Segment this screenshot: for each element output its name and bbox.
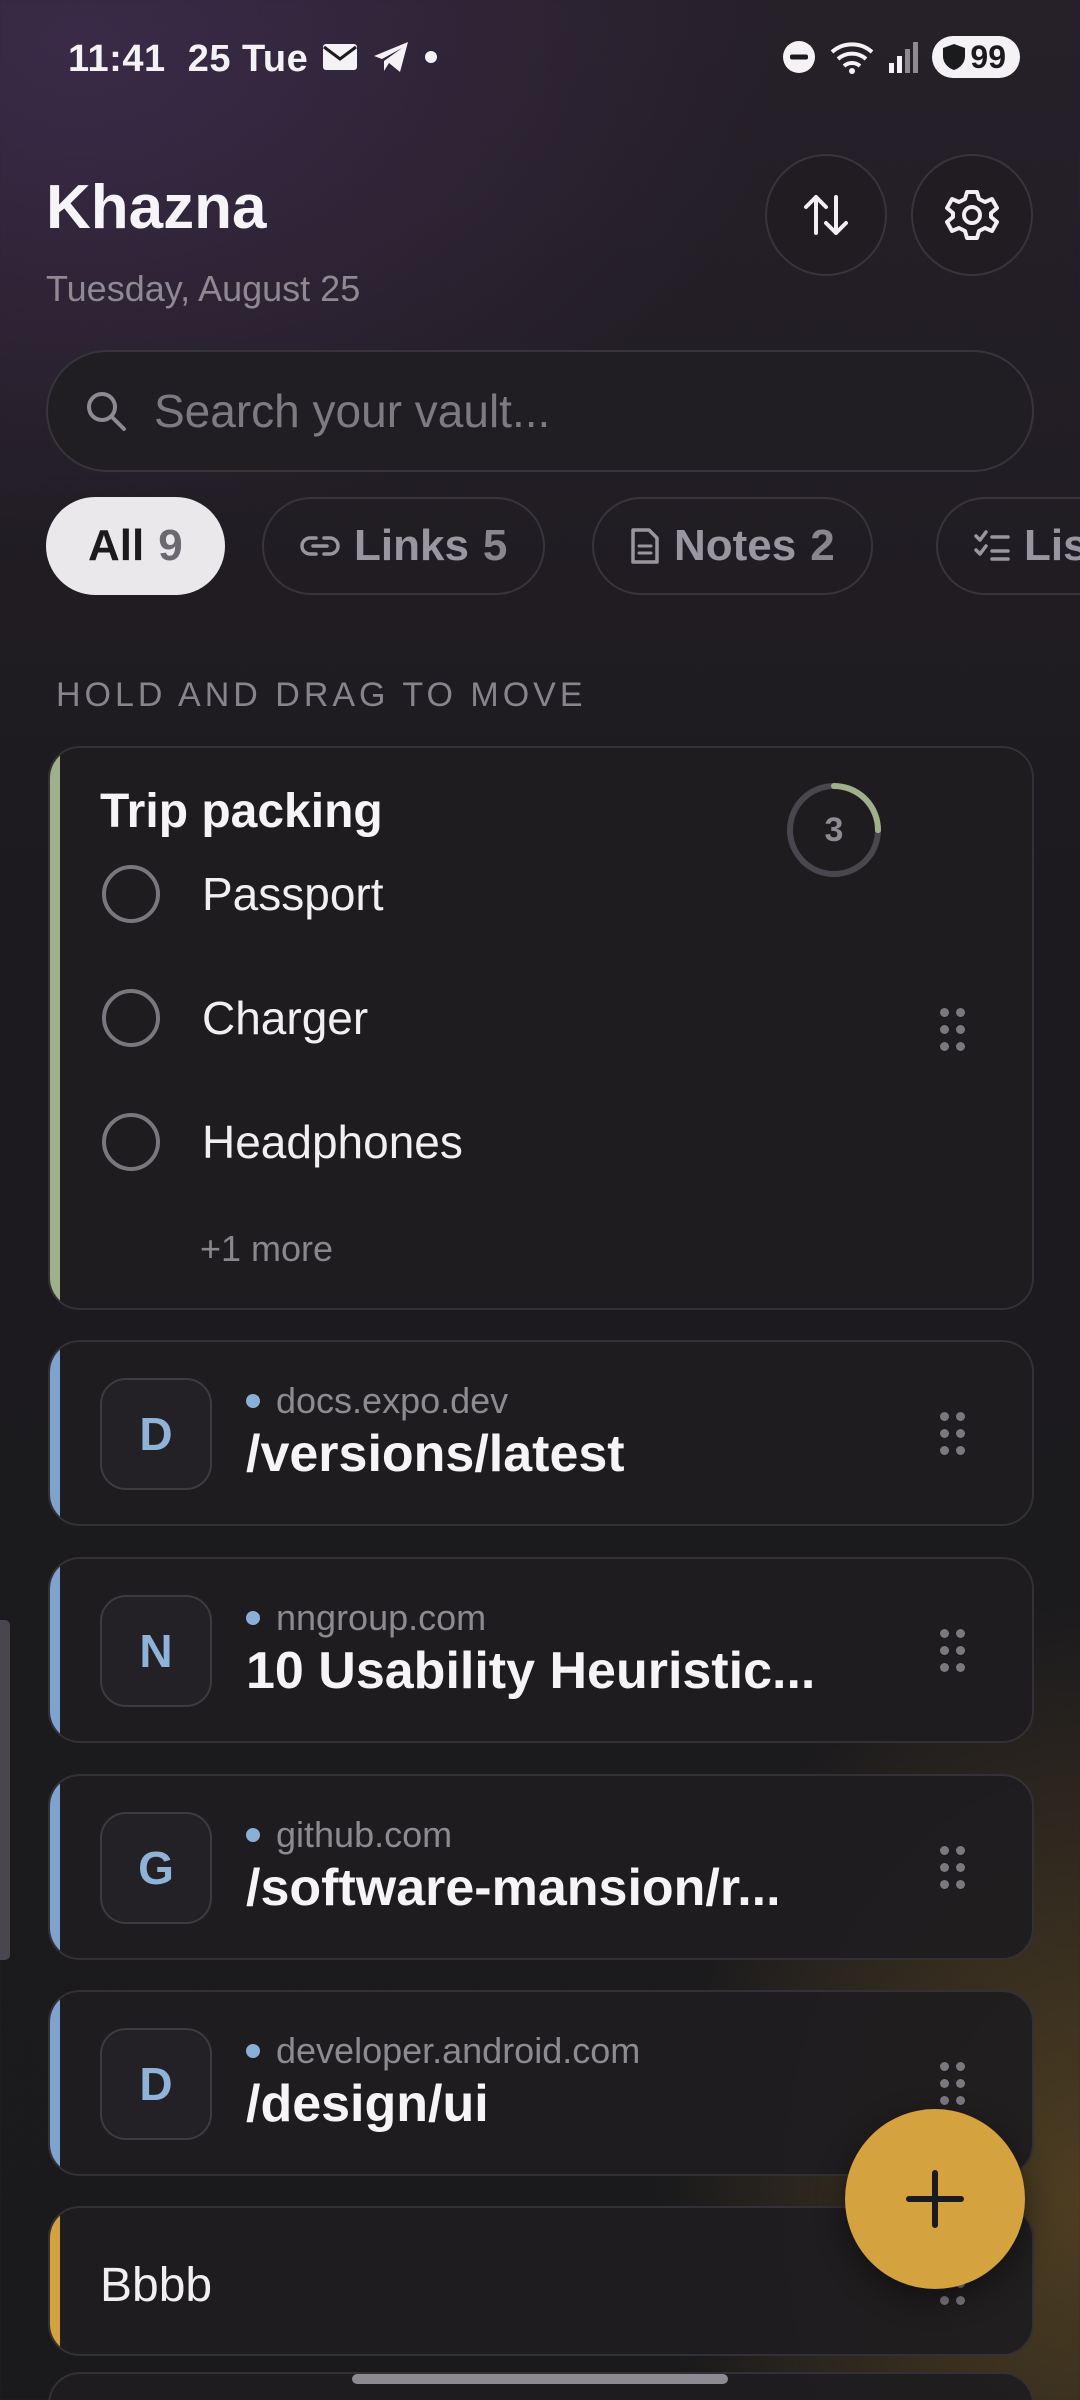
link-title: /software-mansion/r... <box>246 1859 781 1917</box>
system-icons: 99 <box>782 36 1020 78</box>
card-accent <box>50 1342 60 1524</box>
chip-count: 5 <box>482 521 508 570</box>
checklist-item[interactable]: Charger <box>102 988 368 1048</box>
chip-count: 2 <box>810 521 835 570</box>
chip-count: 9 <box>158 521 183 570</box>
checkbox[interactable] <box>102 1113 160 1171</box>
wifi-icon <box>831 42 874 74</box>
checklist-item[interactable]: Headphones <box>102 1112 463 1172</box>
search-placeholder: Search your vault... <box>154 385 551 437</box>
checkbox[interactable] <box>102 989 160 1047</box>
favicon-initial: N <box>100 1595 212 1707</box>
link-domain: developer.android.com <box>246 2030 640 2072</box>
note-title: Bbbb <box>100 2259 213 2312</box>
card-accent <box>50 1776 60 1958</box>
checklist-item-label: Headphones <box>202 1116 463 1168</box>
drag-handle-icon[interactable] <box>940 1008 965 1051</box>
card-accent <box>50 748 60 1308</box>
card-accent <box>50 1992 60 2174</box>
link-card[interactable]: G github.com /software-mansion/r... <box>48 1774 1034 1960</box>
notification-icons <box>322 40 438 74</box>
list-title: Trip packing <box>100 785 383 838</box>
chip-label: Links <box>354 521 469 570</box>
link-title: /design/ui <box>246 2075 489 2133</box>
search-icon <box>87 392 126 431</box>
app-date: Tuesday, August 25 <box>46 268 361 309</box>
link-domain: github.com <box>246 1814 452 1856</box>
progress-count: 3 <box>824 810 844 849</box>
telegram-icon <box>374 42 408 72</box>
dot-icon <box>425 51 437 63</box>
more-items-label: +1 more <box>200 1228 334 1269</box>
link-card[interactable]: N nngroup.com 10 Usability Heuristic... <box>48 1557 1034 1743</box>
drag-handle-icon[interactable] <box>940 1846 965 1889</box>
checklist-icon <box>974 530 1010 561</box>
status-bar: 11:41 25 Tue 99 <box>0 0 1080 118</box>
checklist-card[interactable]: Trip packing 3 Passport Charger Headphon… <box>48 746 1034 1310</box>
favicon-initial: D <box>100 2028 212 2140</box>
chip-label: Notes <box>674 521 797 570</box>
link-icon <box>300 536 340 556</box>
filter-chip-all[interactable]: All 9 <box>46 497 225 595</box>
dnd-icon <box>783 41 816 73</box>
mail-icon <box>323 44 357 70</box>
status-time: 11:41 25 Tue <box>68 38 309 80</box>
gear-icon <box>945 190 999 240</box>
filter-chip-links[interactable]: Links 5 <box>262 497 546 595</box>
sort-button[interactable] <box>765 154 887 276</box>
plus-icon <box>906 2170 964 2228</box>
checklist-item-label: Passport <box>202 868 384 920</box>
add-item-button[interactable] <box>845 2109 1025 2289</box>
document-icon <box>631 528 659 564</box>
filter-chip-lists[interactable]: Lis <box>936 497 1080 595</box>
settings-button[interactable] <box>911 154 1033 276</box>
search-input[interactable]: Search your vault... <box>46 350 1034 472</box>
link-domain: docs.expo.dev <box>246 1380 508 1422</box>
chip-label: All <box>88 521 145 570</box>
checkbox[interactable] <box>102 865 160 923</box>
signal-icon <box>889 42 919 73</box>
link-domain: nngroup.com <box>246 1597 486 1639</box>
card-accent <box>50 2208 60 2354</box>
filter-chip-notes[interactable]: Notes 2 <box>592 497 873 595</box>
filter-chips: All 9 Links 5 Notes 2 Lis <box>46 497 1080 595</box>
drag-handle-icon[interactable] <box>940 2062 965 2105</box>
checklist-item-label: Charger <box>202 992 369 1044</box>
chip-label: Lis <box>1024 521 1080 570</box>
battery-icon: 99 <box>932 36 1020 78</box>
edge-scroll-handle[interactable] <box>0 1620 10 1960</box>
card-accent <box>50 1559 60 1741</box>
favicon-initial: G <box>100 1812 212 1924</box>
drag-handle-icon[interactable] <box>940 1412 965 1455</box>
section-label: HOLD AND DRAG TO MOVE <box>56 676 587 714</box>
home-indicator[interactable] <box>352 2374 728 2384</box>
link-title: /versions/latest <box>246 1425 625 1483</box>
checklist-item[interactable]: Passport <box>102 864 384 924</box>
shield-icon <box>943 44 966 70</box>
link-title: 10 Usability Heuristic... <box>246 1642 816 1700</box>
link-card[interactable]: D docs.expo.dev /versions/latest <box>48 1340 1034 1526</box>
app-title: Khazna <box>46 173 267 242</box>
favicon-initial: D <box>100 1378 212 1490</box>
sort-arrows-icon <box>804 195 848 235</box>
drag-handle-icon[interactable] <box>940 1629 965 1672</box>
